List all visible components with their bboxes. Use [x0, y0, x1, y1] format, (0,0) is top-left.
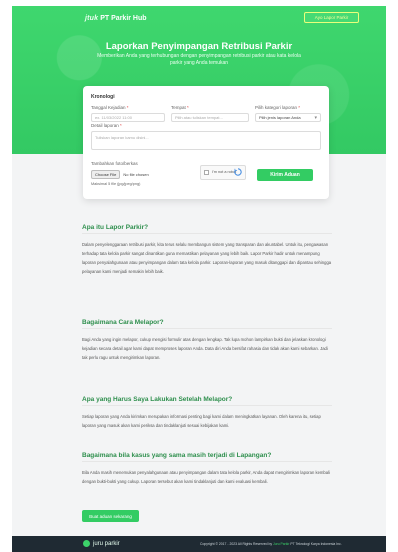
top-nav: jtuk PT Parkir Hub Ayo Lapor Parkir [12, 6, 386, 28]
copyright-prefix: Copyright © 2017 - 2023 All Rights Reser… [200, 542, 273, 546]
service-select[interactable]: Pilih jenis laporan Anda ▾ [255, 113, 321, 122]
file-status: No file chosen [123, 171, 149, 177]
service-label: Pilih kategori laporan * [255, 105, 300, 110]
detail-textarea[interactable]: Tuliskan laporan kamu disini... [91, 131, 321, 150]
section-text: Bagi Anda yang ingin melapor, cukup meng… [82, 337, 328, 360]
submit-report-button[interactable]: Kirim Aduan [257, 169, 313, 181]
section-title: Bagaimana Cara Melapor? [82, 319, 164, 326]
required-mark: * [126, 105, 129, 110]
service-value: Pilih jenis laporan Anda [259, 115, 301, 120]
footer-logo[interactable]: juru parkir [83, 540, 120, 547]
section-after-report: Apa yang Harus Saya Lakukan Setelah Mela… [82, 396, 332, 430]
brand[interactable]: jtuk PT Parkir Hub [85, 13, 147, 23]
file-upload: Choose File No file chosen [91, 169, 157, 179]
logo-icon [83, 540, 90, 547]
form-heading: Kronologi [91, 94, 115, 100]
place-label-text: Tempat [171, 105, 186, 110]
section-about: Apa itu Lapor Parkir? Dalam penyelenggar… [82, 224, 332, 276]
section-title: Apa yang Harus Saya Lakukan Setelah Mela… [82, 396, 233, 403]
divider [82, 461, 332, 462]
required-mark: * [187, 105, 189, 110]
footer-brand: juru parkir [93, 540, 120, 547]
captcha-checkbox[interactable] [204, 170, 209, 175]
section-how-to-report: Bagaimana Cara Melapor? Bagi Anda yang i… [82, 319, 332, 362]
chevron-down-icon: ▾ [314, 115, 317, 121]
report-nav-button[interactable]: Ayo Lapor Parkir [304, 12, 359, 23]
divider [82, 233, 332, 234]
section-title: Bagaimana bila kasus yang sama masih ter… [82, 452, 272, 459]
section-text: Bila Anda masih menemukan penyalahgunaan… [82, 470, 330, 484]
place-placeholder: Pilih atau tuliskan tempat... [175, 115, 223, 120]
date-label-text: Tanggal Kejadian [91, 105, 126, 110]
detail-placeholder: Tuliskan laporan kamu disini... [95, 135, 149, 140]
service-label-text: Pilih kategori laporan [255, 105, 298, 110]
footer: juru parkir Copyright © 2017 - 2023 All … [12, 536, 386, 552]
page-frame: jtuk PT Parkir Hub Ayo Lapor Parkir Lapo… [12, 6, 386, 552]
section-text: Setiap laporan yang Anda kirimkan merupa… [82, 414, 321, 428]
choose-file-button[interactable]: Choose File [91, 169, 121, 179]
captcha-label: I'm not a robot [212, 170, 237, 174]
divider [82, 405, 332, 406]
copyright-brand-link[interactable]: Juru Parkir [273, 542, 289, 546]
page-subtitle: Memberikan Anda yang terhubungan dengan … [97, 53, 301, 66]
date-placeholder: ex. 11/03/2022 11:00 [95, 115, 132, 120]
brand-name: PT Parkir Hub [100, 14, 147, 22]
section-title: Apa itu Lapor Parkir? [82, 224, 149, 231]
required-mark: * [298, 105, 301, 110]
file-hint: Maksimal 5 file (jpg/jpeg/png) [91, 182, 141, 186]
section-text: Dalam penyelenggaraan retribusi parkir, … [82, 242, 332, 274]
file-label: Tambahkan foto/berkas [91, 161, 138, 166]
date-input[interactable]: ex. 11/03/2022 11:00 [91, 113, 165, 122]
copyright-suffix: PT Teknologi Karya Indonesia Inc. [290, 542, 342, 546]
date-label: Tanggal Kejadian * [91, 105, 129, 110]
create-report-button[interactable]: Buat aduan sekarang [82, 510, 139, 522]
place-label: Tempat * [171, 105, 189, 110]
detail-label-text: Detail laporan [91, 123, 119, 128]
page-title: Laporkan Penyimpangan Retribusi Parkir [105, 41, 293, 52]
recaptcha-icon [234, 168, 242, 176]
divider [82, 328, 332, 329]
required-mark: * [120, 123, 122, 128]
captcha-widget: I'm not a robot [200, 165, 246, 180]
report-form-card: Kronologi Tanggal Kejadian * ex. 11/03/2… [83, 86, 329, 199]
brand-logo: jtuk [85, 14, 99, 22]
detail-label: Detail laporan * [91, 123, 122, 128]
section-repeat-case: Bagaimana bila kasus yang sama masih ter… [82, 452, 332, 486]
copyright: Copyright © 2017 - 2023 All Rights Reser… [200, 542, 342, 546]
place-input[interactable]: Pilih atau tuliskan tempat... [171, 113, 249, 122]
